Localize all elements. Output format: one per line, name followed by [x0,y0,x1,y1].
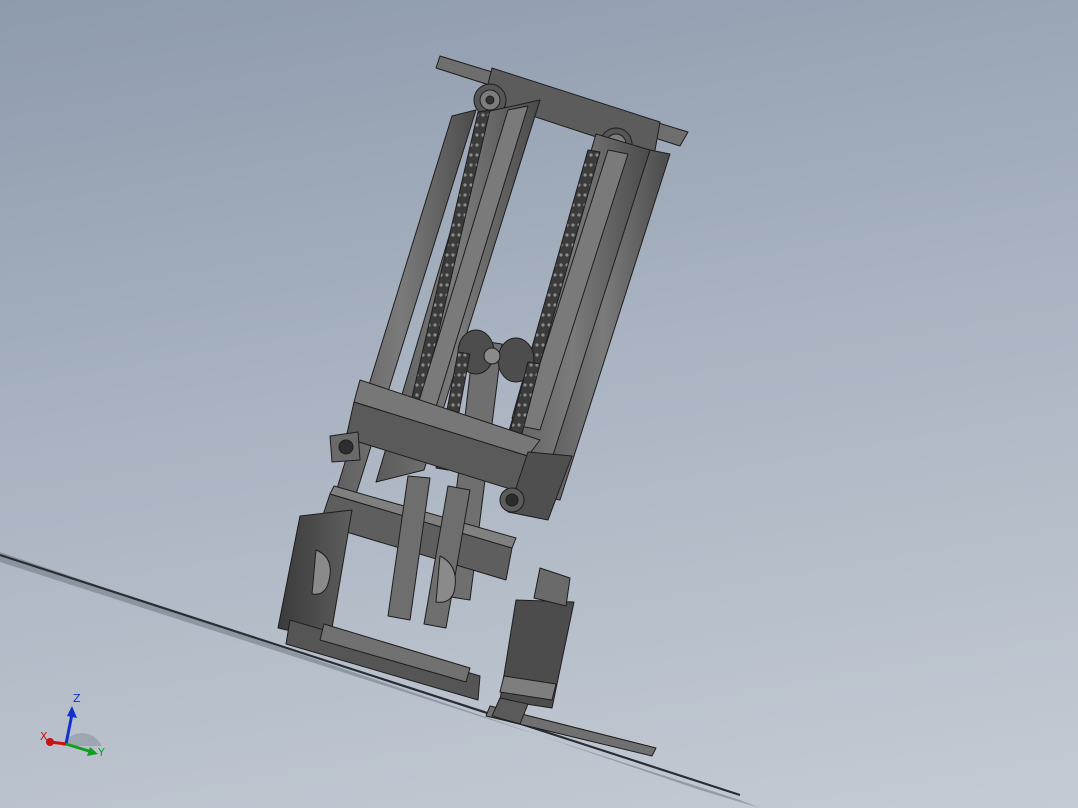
model-scene[interactable] [0,0,1078,808]
forklift-mast[interactable] [277,55,689,757]
triad-y-arrow-icon [87,747,98,756]
drive-motor-top[interactable] [533,567,571,607]
left-carriage-bracket[interactable] [329,431,361,463]
graphics-viewport[interactable]: Z Y X [0,0,1078,808]
ground-shadow [0,552,760,808]
triad-y-label: Y [97,746,105,759]
triad-z-arrow-icon [67,706,77,718]
triad-x-label: X [40,730,48,743]
right-pivot-boss[interactable] [499,487,525,513]
triad-z-label: Z [73,692,81,705]
reference-triad[interactable]: Z Y X [36,686,116,766]
